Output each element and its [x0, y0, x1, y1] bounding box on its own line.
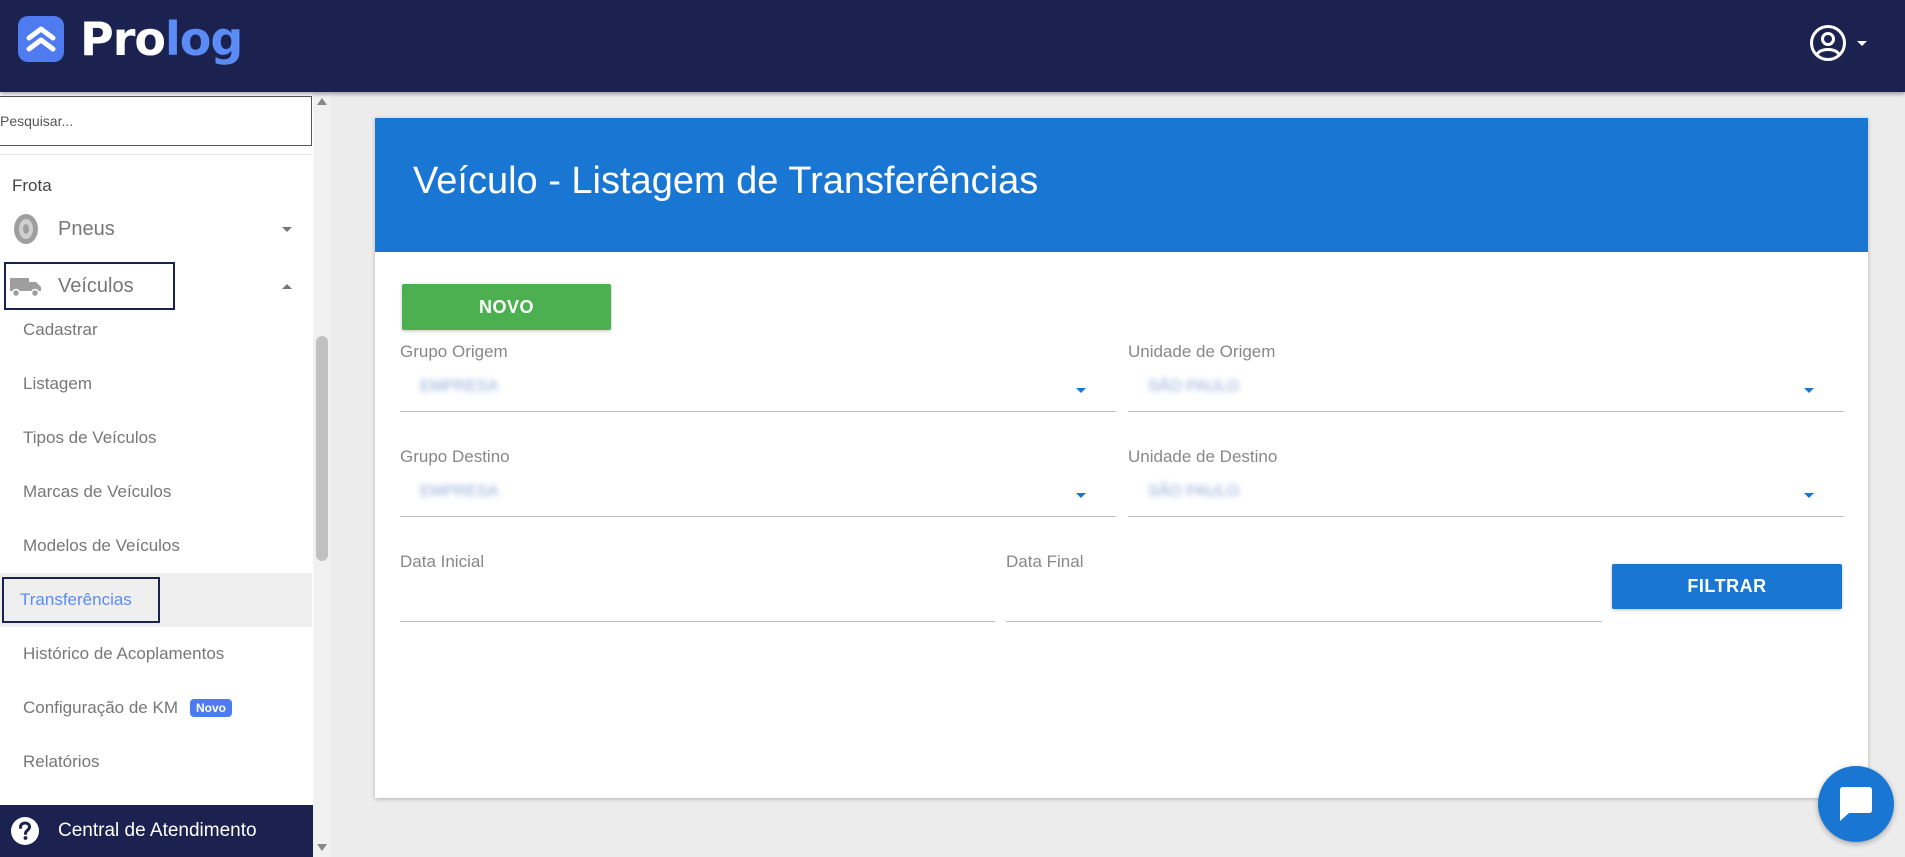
logo-wordmark: Prolog	[80, 12, 243, 66]
account-circle-icon	[1810, 25, 1846, 61]
data-final-field: Data Final	[1006, 552, 1602, 622]
chevron-up-icon	[282, 283, 292, 289]
sidebar-subitem-modelos-veiculos[interactable]: Modelos de Veículos	[0, 519, 312, 573]
top-header: Prolog	[0, 0, 1905, 92]
sidebar-scrollbar[interactable]	[313, 92, 331, 857]
sidebar-subitem-marcas-veiculos[interactable]: Marcas de Veículos	[0, 465, 312, 519]
sidebar-subitem-label: Marcas de Veículos	[23, 482, 172, 501]
prolog-logo[interactable]: Prolog	[18, 12, 243, 66]
select-value: SÃO PAULO	[1148, 483, 1240, 500]
search-input[interactable]	[0, 97, 311, 145]
data-inicial-field: Data Inicial	[400, 552, 995, 622]
unidade-origem-field: Unidade de Origem SÃO PAULO	[1128, 342, 1844, 412]
transfer-list-card: Veículo - Listagem de Transferências NOV…	[375, 118, 1868, 798]
scroll-up-icon[interactable]	[317, 98, 327, 105]
sidebar-item-label: Pneus	[58, 217, 115, 240]
sidebar-subitem-label: Listagem	[23, 374, 92, 393]
data-final-input[interactable]	[1006, 576, 1602, 622]
logo-icon	[18, 16, 64, 62]
new-badge: Novo	[189, 699, 232, 717]
unidade-destino-field: Unidade de Destino SÃO PAULO	[1128, 447, 1844, 517]
sidebar-item-pneus[interactable]: Pneus	[0, 206, 312, 252]
grupo-destino-select[interactable]: EMPRESA	[400, 471, 1116, 517]
chevron-down-icon	[1804, 493, 1814, 498]
card-header: Veículo - Listagem de Transferências	[375, 118, 1868, 252]
field-label: Data Final	[1006, 552, 1084, 571]
sidebar-subitem-historico-acoplamentos[interactable]: Histórico de Acoplamentos	[0, 627, 312, 681]
sidebar-subitem-label: Histórico de Acoplamentos	[23, 644, 225, 663]
section-label-frota: Frota	[12, 176, 52, 195]
chevron-down-icon	[1857, 40, 1867, 46]
grupo-origem-select[interactable]: EMPRESA	[400, 366, 1116, 412]
chevron-down-icon	[1076, 388, 1086, 393]
page-title: Veículo - Listagem de Transferências	[413, 160, 1039, 202]
sidebar-subitem-label: Configuração de KM	[23, 698, 178, 717]
select-value: SÃO PAULO	[1148, 378, 1240, 395]
field-label: Grupo Destino	[400, 447, 510, 466]
truck-icon	[10, 278, 41, 298]
select-value: EMPRESA	[420, 378, 499, 395]
chevron-down-icon	[1076, 493, 1086, 498]
sidebar-subitem-relatorios[interactable]: Relatórios	[0, 735, 312, 789]
grupo-destino-field: Grupo Destino EMPRESA	[400, 447, 1116, 517]
filter-button[interactable]: FILTRAR	[1612, 564, 1842, 609]
unidade-origem-select[interactable]: SÃO PAULO	[1128, 366, 1844, 412]
unidade-destino-select[interactable]: SÃO PAULO	[1128, 471, 1844, 517]
help-center-label: Central de Atendimento	[58, 820, 257, 841]
data-inicial-input[interactable]	[400, 576, 995, 622]
sidebar: Frota Pneus Veículos Cadastrar Listagem …	[0, 92, 313, 857]
help-icon	[11, 817, 39, 845]
field-label: Unidade de Destino	[1128, 447, 1278, 466]
chevron-down-icon	[1804, 388, 1814, 393]
sidebar-subitem-label: Cadastrar	[23, 320, 98, 339]
sidebar-subitem-label: Relatórios	[23, 752, 100, 771]
sidebar-subitem-tipos-veiculos[interactable]: Tipos de Veículos	[0, 411, 312, 465]
account-menu[interactable]	[1809, 24, 1867, 62]
sidebar-subitem-listagem[interactable]: Listagem	[0, 357, 312, 411]
sidebar-item-label: Veículos	[58, 274, 134, 297]
grupo-origem-field: Grupo Origem EMPRESA	[400, 342, 1116, 412]
chevron-down-icon	[282, 226, 292, 232]
divider	[0, 154, 312, 155]
scroll-down-icon[interactable]	[317, 844, 327, 851]
sidebar-subitem-label: Tipos de Veículos	[23, 428, 157, 447]
help-center-button[interactable]: Central de Atendimento	[0, 805, 313, 857]
tire-icon	[14, 214, 38, 244]
field-label: Data Inicial	[400, 552, 485, 571]
sidebar-subitem-configuracao-km[interactable]: Configuração de KM Novo	[0, 681, 312, 735]
chat-icon	[1840, 787, 1872, 821]
chat-button[interactable]	[1818, 766, 1894, 842]
new-transfer-button[interactable]: NOVO	[402, 284, 611, 330]
sidebar-subitem-label: Modelos de Veículos	[23, 536, 180, 555]
sidebar-search	[0, 96, 312, 146]
scrollbar-thumb[interactable]	[316, 336, 328, 561]
field-label: Unidade de Origem	[1128, 342, 1276, 361]
field-label: Grupo Origem	[400, 342, 508, 361]
select-value: EMPRESA	[420, 483, 499, 500]
focus-highlight	[2, 577, 160, 623]
sidebar-subitem-cadastrar[interactable]: Cadastrar	[0, 303, 312, 357]
